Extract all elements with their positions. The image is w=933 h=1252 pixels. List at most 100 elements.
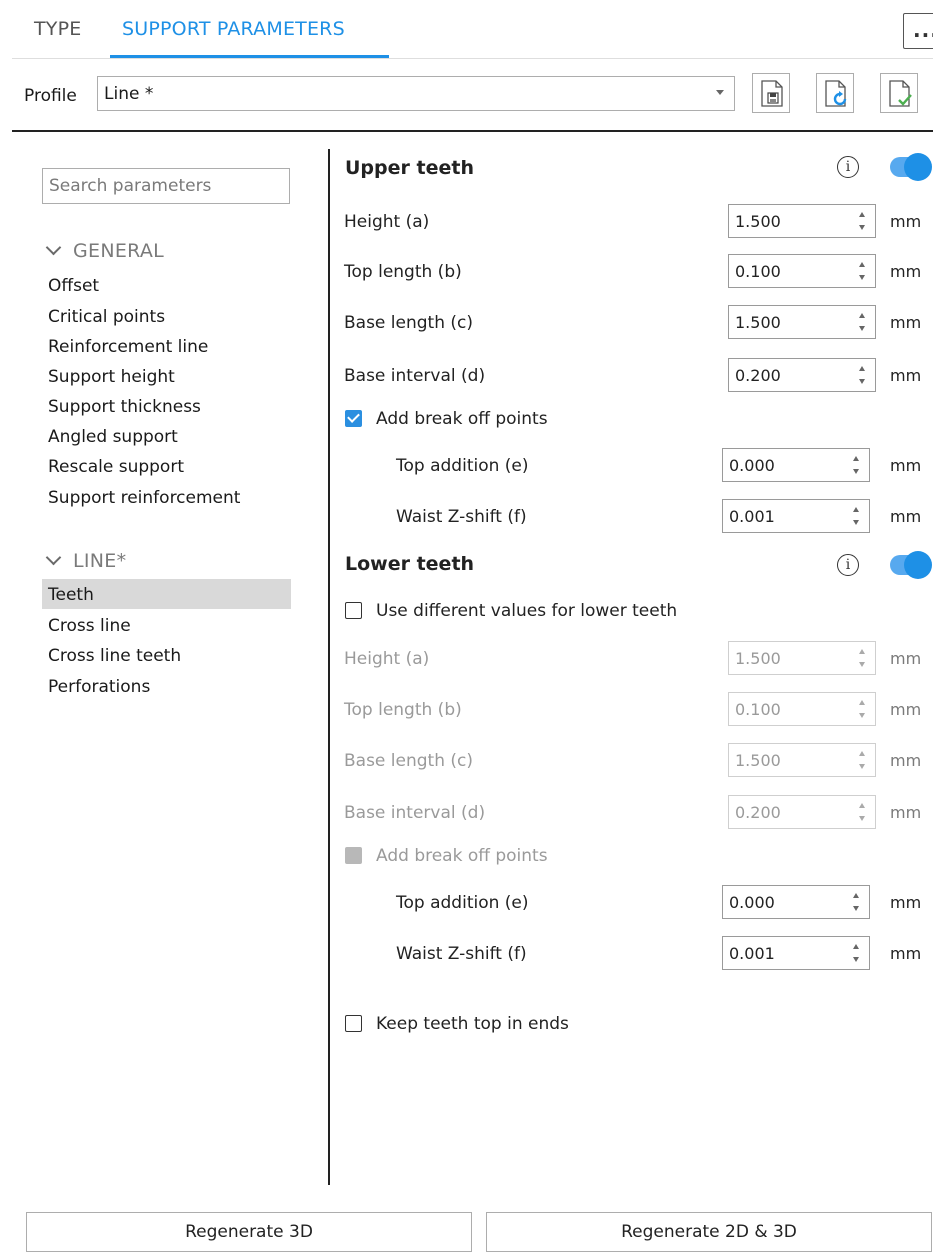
save-profile-icon	[761, 80, 783, 107]
increment-icon[interactable]	[859, 366, 865, 371]
upper-base-interval-input[interactable]	[729, 359, 849, 391]
decrement-icon[interactable]	[853, 906, 859, 911]
reset-profile-icon	[825, 80, 847, 107]
upper-base-length-input[interactable]	[729, 306, 849, 338]
upper-top-length-label: Top length (b)	[344, 262, 462, 282]
search-parameters-field[interactable]	[42, 168, 290, 204]
decrement-icon[interactable]	[859, 275, 865, 280]
sidebar-group-line[interactable]: LINE*	[45, 549, 126, 572]
tab-support-parameters[interactable]: SUPPORT PARAMETERS	[122, 18, 345, 40]
upper-top-addition-stepper[interactable]	[722, 448, 870, 482]
sidebar-item-support-reinforcement[interactable]: Support reinforcement	[48, 488, 240, 508]
decrement-icon	[859, 713, 865, 718]
sidebar-item-perforations[interactable]: Perforations	[48, 677, 150, 697]
regenerate-3d-button[interactable]: Regenerate 3D	[26, 1212, 472, 1252]
lower-teeth-toggle[interactable]	[890, 551, 932, 579]
decrement-icon[interactable]	[859, 225, 865, 230]
unit-label: mm	[890, 262, 922, 281]
sidebar-item-offset[interactable]: Offset	[48, 276, 99, 296]
sidebar-item-angled-support[interactable]: Angled support	[48, 427, 178, 447]
upper-teeth-toggle[interactable]	[890, 153, 932, 181]
increment-icon[interactable]	[859, 212, 865, 217]
lower-base-interval-stepper	[728, 795, 876, 829]
profile-select[interactable]: Line *	[97, 76, 735, 111]
increment-icon[interactable]	[859, 262, 865, 267]
toggle-knob	[904, 153, 932, 181]
upper-top-addition-label: Top addition (e)	[396, 456, 529, 476]
decrement-icon	[859, 764, 865, 769]
info-icon[interactable]: i	[837, 156, 859, 178]
lower-height-label: Height (a)	[344, 649, 430, 669]
tabs-divider	[12, 58, 933, 59]
more-icon: ...	[913, 18, 933, 42]
lower-top-length-stepper	[728, 692, 876, 726]
sidebar-item-teeth[interactable]: Teeth	[48, 585, 94, 605]
unit-label: mm	[890, 803, 922, 822]
upper-height-input[interactable]	[729, 205, 849, 237]
panel-divider	[328, 149, 330, 1185]
lower-teeth-title: Lower teeth	[345, 553, 475, 575]
sidebar-item-reinforcement-line[interactable]: Reinforcement line	[48, 337, 208, 357]
increment-icon[interactable]	[853, 456, 859, 461]
lower-top-length-label: Top length (b)	[344, 700, 462, 720]
unit-label: mm	[890, 456, 922, 475]
decrement-icon[interactable]	[853, 469, 859, 474]
unit-label: mm	[890, 212, 922, 231]
unit-label: mm	[890, 313, 922, 332]
lower-waist-shift-stepper[interactable]	[722, 936, 870, 970]
upper-break-off-checkbox[interactable]	[345, 410, 362, 427]
decrement-icon[interactable]	[853, 520, 859, 525]
increment-icon	[859, 803, 865, 808]
more-options-button[interactable]: ...	[903, 13, 933, 49]
info-icon[interactable]: i	[837, 554, 859, 576]
lower-waist-shift-label: Waist Z-shift (f)	[396, 944, 527, 964]
save-profile-button[interactable]	[752, 73, 790, 113]
search-input[interactable]	[43, 169, 289, 203]
regenerate-2d-3d-button[interactable]: Regenerate 2D & 3D	[486, 1212, 932, 1252]
upper-top-addition-input[interactable]	[723, 449, 843, 481]
upper-teeth-title: Upper teeth	[345, 157, 474, 179]
lower-waist-shift-input[interactable]	[723, 937, 843, 969]
sidebar-item-cross-line-teeth[interactable]: Cross line teeth	[48, 646, 181, 666]
upper-top-length-stepper[interactable]	[728, 254, 876, 288]
decrement-icon	[859, 662, 865, 667]
increment-icon[interactable]	[853, 507, 859, 512]
chevron-down-icon	[45, 549, 62, 566]
apply-profile-icon	[889, 80, 912, 107]
decrement-icon[interactable]	[859, 326, 865, 331]
sidebar-item-critical-points[interactable]: Critical points	[48, 307, 165, 327]
tab-type[interactable]: TYPE	[34, 18, 81, 40]
use-different-values-checkbox[interactable]	[345, 602, 362, 619]
reset-profile-button[interactable]	[816, 73, 854, 113]
upper-top-length-input[interactable]	[729, 255, 849, 287]
lower-top-addition-label: Top addition (e)	[396, 893, 529, 913]
increment-icon	[859, 700, 865, 705]
increment-icon[interactable]	[859, 313, 865, 318]
upper-base-interval-label: Base interval (d)	[344, 366, 486, 386]
toggle-knob	[904, 551, 932, 579]
keep-teeth-top-checkbox[interactable]	[345, 1015, 362, 1032]
sidebar-item-support-height[interactable]: Support height	[48, 367, 175, 387]
lower-top-addition-stepper[interactable]	[722, 885, 870, 919]
lower-top-addition-input[interactable]	[723, 886, 843, 918]
decrement-icon[interactable]	[859, 379, 865, 384]
lower-top-length-input	[729, 693, 849, 725]
profile-divider	[12, 130, 933, 132]
sidebar-group-general[interactable]: GENERAL	[45, 239, 164, 262]
upper-waist-shift-input[interactable]	[723, 500, 843, 532]
lower-base-interval-input	[729, 796, 849, 828]
sidebar-item-support-thickness[interactable]: Support thickness	[48, 397, 201, 417]
decrement-icon[interactable]	[853, 957, 859, 962]
upper-base-length-stepper[interactable]	[728, 305, 876, 339]
upper-base-length-label: Base length (c)	[344, 313, 474, 333]
increment-icon[interactable]	[853, 893, 859, 898]
sidebar-item-rescale-support[interactable]: Rescale support	[48, 457, 184, 477]
apply-profile-button[interactable]	[880, 73, 918, 113]
upper-base-interval-stepper[interactable]	[728, 358, 876, 392]
increment-icon[interactable]	[853, 944, 859, 949]
sidebar-item-cross-line[interactable]: Cross line	[48, 616, 131, 636]
unit-label: mm	[890, 507, 922, 526]
upper-waist-shift-stepper[interactable]	[722, 499, 870, 533]
upper-height-stepper[interactable]	[728, 204, 876, 238]
lower-base-length-label: Base length (c)	[344, 751, 474, 771]
